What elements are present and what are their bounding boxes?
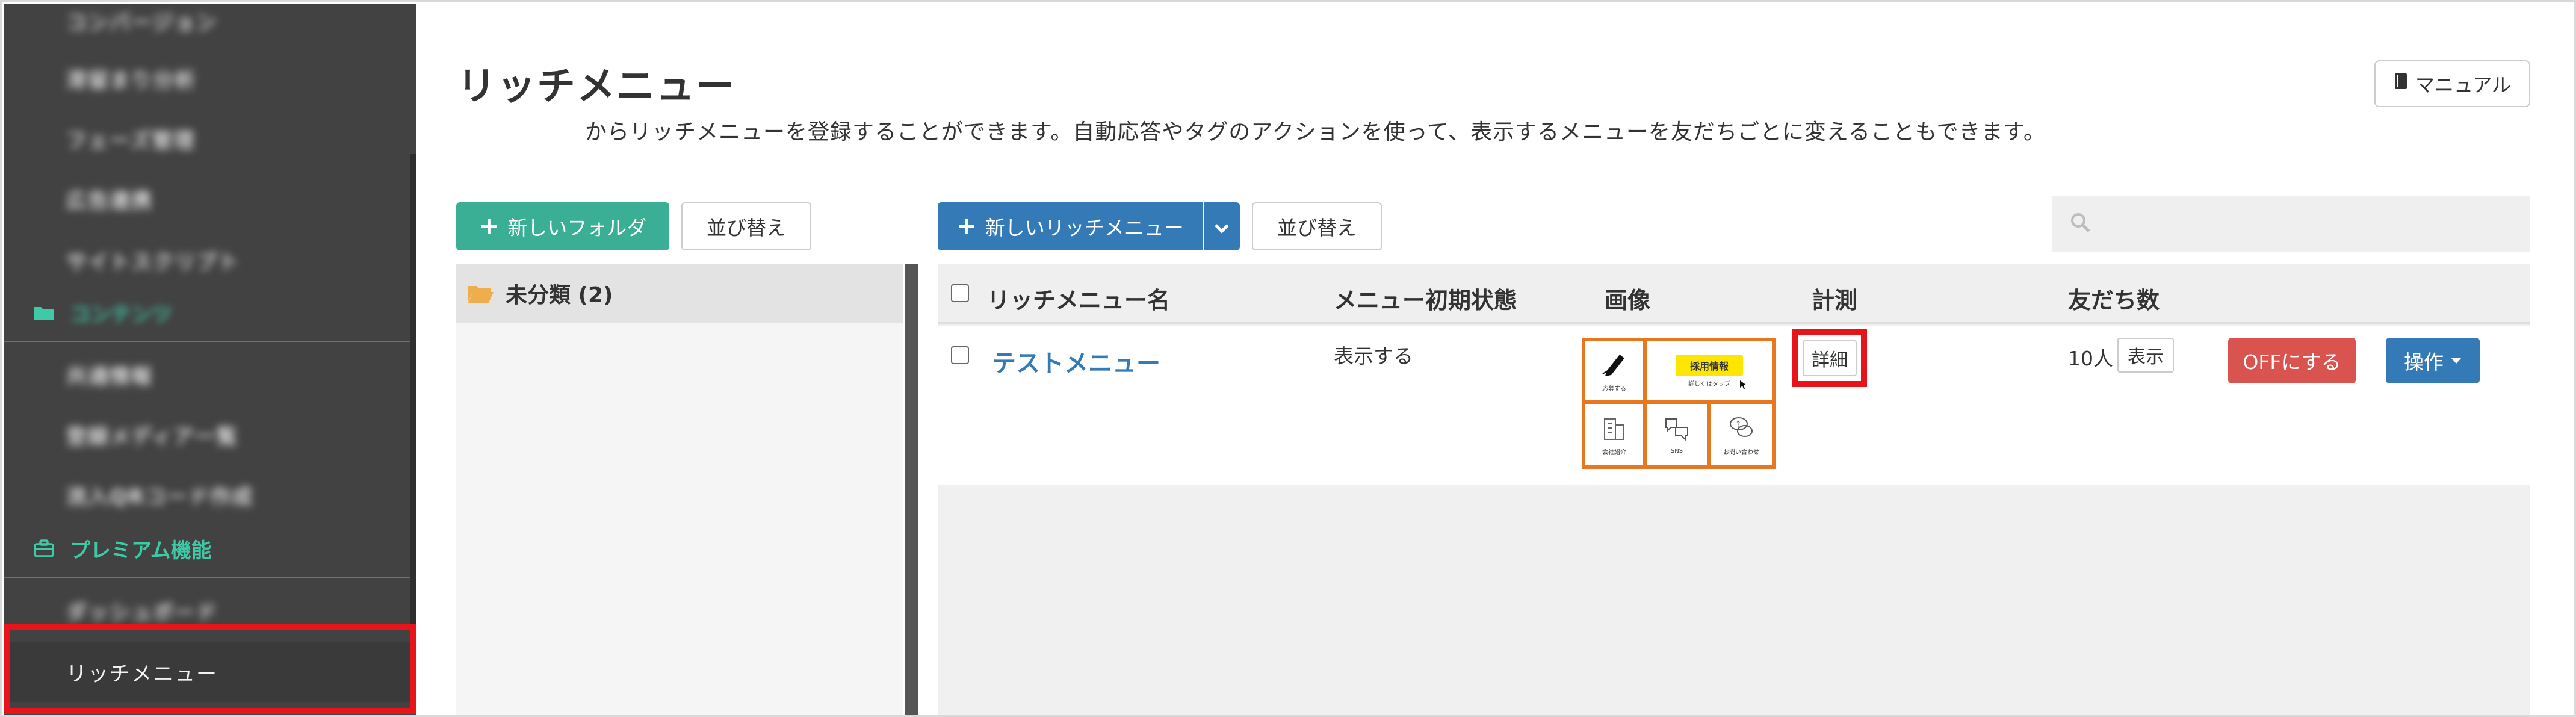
friends-count: 10人 [2068,347,2113,370]
sidebar: コンバージョン 滞留まり分析 フェーズ管理 広告連携 サイトスクリプト コンテン… [4,4,416,715]
plus-icon: + [956,213,977,240]
new-rich-menu-button[interactable]: + 新しいリッチメニュー [938,202,1203,250]
new-rich-menu-dropdown[interactable] [1204,202,1240,250]
manual-button[interactable]: マニュアル [2374,60,2530,107]
tile-label: SNS [1670,447,1683,455]
building-icon [1601,414,1627,443]
sidebar-item-label: 滞留まり分析 [66,68,196,93]
tile-recruit: 採用情報 詳しくはタップ [1647,341,1772,400]
folder-icon [33,303,55,322]
column-measure: 計測 [1812,287,1858,314]
menu-sort-button[interactable]: 並び替え [1252,202,1382,250]
off-button[interactable]: OFFにする [2228,338,2356,383]
sidebar-item-label: サイトスクリプト [66,250,240,275]
show-friends-button[interactable]: 表示 [2117,338,2174,373]
new-rich-menu-label: 新しいリッチメニュー [985,216,1184,240]
sidebar-section-premium[interactable]: プレミアム機能 [4,520,410,578]
sidebar-item-retention-analysis[interactable]: 滞留まり分析 [4,49,410,107]
sidebar-scrollbar[interactable] [410,154,416,624]
search-input[interactable] [2052,196,2530,252]
menu-sort-label: 並び替え [1277,216,1357,240]
book-icon [2394,72,2408,95]
search-icon [2069,211,2092,237]
panel-resize-handle[interactable] [905,264,918,715]
tile-label: お問い合わせ [1723,449,1759,456]
tile-contact: ? お問い合わせ [1711,404,1772,465]
column-name: リッチメニュー名 [987,287,1171,314]
rich-menu-table: リッチメニュー名 メニュー初期状態 画像 計測 友だち数 テストメニュー 表示す… [938,264,2530,715]
off-button-label: OFFにする [2243,350,2341,374]
new-folder-button[interactable]: + 新しいフォルダ [456,202,669,250]
sidebar-section-label: プレミアム機能 [70,538,212,563]
folder-sort-label: 並び替え [707,216,786,240]
sidebar-item-label: コンバージョン [66,10,218,35]
folder-sort-button[interactable]: 並び替え [681,202,811,250]
chat-icon: ? [1727,414,1756,443]
sidebar-item-media-list[interactable]: 登録メディア一覧 [4,406,410,464]
folder-open-icon [467,282,495,304]
folder-item-uncategorized[interactable]: 未分類 (2) [456,264,903,323]
new-folder-label: 新しいフォルダ [507,216,647,240]
actions-dropdown-button[interactable]: 操作 [2386,338,2480,383]
measure-detail-label: 詳細 [1812,350,1848,371]
sidebar-item-label: フェーズ管理 [66,128,196,153]
measure-detail-button[interactable]: 詳細 [1803,340,1857,376]
folder-label: 未分類 (2) [506,283,613,308]
sidebar-item-label: 共通情報 [66,364,153,389]
social-icon [1662,415,1691,444]
tile-label: 応募する [1602,385,1626,393]
plus-icon: + [478,213,500,240]
sidebar-item-label: 流入QRコード作成 [66,485,254,509]
briefcase-icon [33,539,55,558]
actions-label: 操作 [2404,350,2444,374]
column-friends: 友だち数 [2068,287,2160,314]
show-friends-label: 表示 [2128,347,2164,368]
sidebar-item-phase-management[interactable]: フェーズ管理 [4,110,410,167]
sidebar-item-site-script[interactable]: サイトスクリプト [4,231,410,289]
column-image: 画像 [1605,287,1651,314]
sidebar-item-ad-integration[interactable]: 広告連携 [4,170,410,228]
column-initial-state: メニュー初期状態 [1334,287,1517,314]
sidebar-item-label: 登録メディア一覧 [66,424,238,449]
sidebar-item-label: ダッシュボード [66,600,218,625]
tile-company: 会社紹介 [1585,404,1643,465]
sidebar-section-label: コンテンツ [70,302,172,327]
table-header: リッチメニュー名 メニュー初期状態 画像 計測 友だち数 [938,264,2530,324]
chevron-down-icon [1214,215,1230,238]
sidebar-item-qr-code[interactable]: 流入QRコード作成 [4,466,410,524]
row-checkbox[interactable] [951,346,969,364]
folder-panel: 未分類 (2) [456,264,903,715]
svg-text:?: ? [1736,420,1740,429]
initial-state-value: 表示する [1334,344,1413,368]
tile-sns: SNS [1647,404,1707,465]
main-content: リッチメニュー からリッチメニューを登録することができます。自動応答やタグのアク… [421,4,2572,715]
page-description: からリッチメニューを登録することができます。自動応答やタグのアクションを使って、… [585,120,2046,144]
tile-apply: 応募する [1585,341,1643,400]
sidebar-item-label: 広告連携 [66,188,153,213]
manual-label: マニュアル [2415,73,2511,96]
sidebar-item-common-info[interactable]: 共通情報 [4,346,410,403]
select-all-checkbox[interactable] [951,284,969,302]
table-row: テストメニュー 表示する 応募する 採用情報 詳しくはタップ 会社紹介 SNS … [938,326,2530,485]
tile-label: 会社紹介 [1602,449,1626,456]
caret-down-icon [2451,358,2462,364]
page-title: リッチメニュー [457,64,735,109]
tile-sublabel: 詳しくはタップ [1688,380,1730,388]
tile-label: 採用情報 [1675,354,1743,376]
rich-menu-name-link[interactable]: テストメニュー [992,344,1160,379]
highlight-detail: 詳細 [1792,329,1867,387]
pen-icon [1600,350,1628,380]
highlight-rich-menu [4,624,416,714]
sidebar-item-conversion[interactable]: コンバージョン [4,4,410,49]
rich-menu-thumbnail[interactable]: 応募する 採用情報 詳しくはタップ 会社紹介 SNS ? お問い合わせ [1582,338,1776,469]
cursor-icon [1739,380,1748,392]
sidebar-section-content[interactable]: コンテンツ [4,284,410,342]
